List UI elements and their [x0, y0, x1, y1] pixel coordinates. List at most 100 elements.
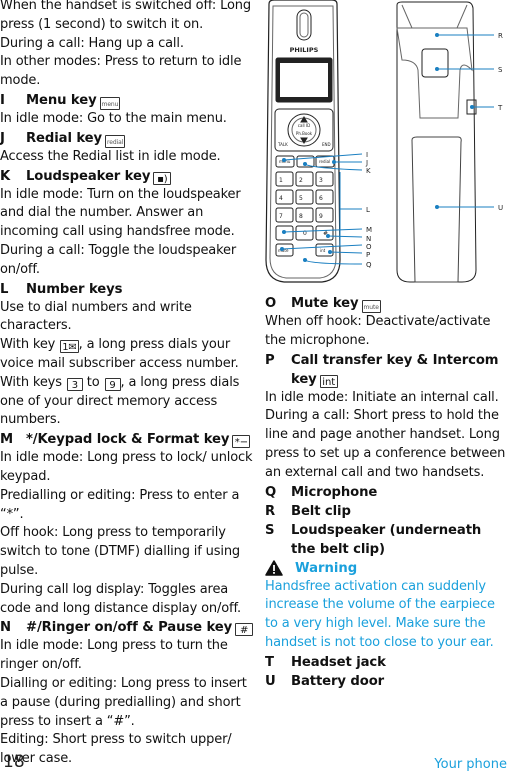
- callout-label: N: [366, 235, 371, 243]
- right-column: O Mute key mute When off hook: Deactivate…: [265, 294, 509, 691]
- front-callout-lines: [281, 153, 363, 265]
- page-number: 18: [3, 752, 25, 772]
- callout-label: L: [366, 206, 370, 214]
- item-description: In idle mode: Long press to lock/ unlock…: [0, 450, 253, 484]
- item-description: In idle mode: Initiate an internal call.: [265, 389, 499, 405]
- item-letter: U: [265, 673, 276, 689]
- item-letter: S: [265, 522, 275, 538]
- item-letter: O: [265, 296, 277, 311]
- talk-label: TALK: [277, 142, 288, 147]
- hash-key-icon: #: [235, 623, 254, 637]
- item-description: Use to dial numbers and write characters…: [0, 299, 192, 334]
- item-heading-t: T Headset jack: [265, 653, 509, 672]
- item-heading-j: J Redial key redial: [0, 129, 256, 148]
- key-3-icon: 3: [66, 377, 83, 391]
- item-heading-p: P Call transfer key & Intercom key int: [265, 351, 509, 389]
- digit-label: 1: [279, 177, 283, 184]
- item-description: During call log display: Toggles area co…: [0, 581, 241, 616]
- item-letter: K: [0, 168, 11, 184]
- callout-label: T: [497, 104, 503, 112]
- item-heading-i: I Menu key menu: [0, 91, 256, 110]
- digit-label: 5: [299, 195, 303, 202]
- item-heading-n: N #/Ringer on/off & Pause key #: [0, 618, 256, 637]
- callout-label: J: [365, 159, 368, 167]
- brand-logo: PHILIPS: [290, 46, 319, 54]
- item-title: Headset jack: [291, 654, 386, 670]
- item-title: Redial key: [26, 130, 103, 146]
- callout-label: S: [498, 66, 503, 74]
- warning-heading: Warning: [265, 559, 509, 578]
- digit-label: 6: [319, 195, 323, 202]
- item-letter: Q: [265, 484, 277, 500]
- loudspeaker-key-icon: ▪): [153, 171, 172, 185]
- item-description: Dialling or editing: Long press to inser…: [0, 675, 247, 729]
- keypad: [275, 171, 334, 257]
- item-description: Access the Redial list in idle mode.: [0, 148, 221, 164]
- back-callout-lines: [437, 34, 494, 208]
- item-title: Number keys: [26, 281, 123, 297]
- digit-label: 9: [319, 213, 323, 220]
- item-description: Off hook: Long press to temporarily swit…: [0, 525, 241, 578]
- callout-label: M: [366, 226, 372, 234]
- mute-key-icon: mute: [361, 300, 381, 313]
- callid-label: call ID: [298, 123, 310, 128]
- item-letter: N: [0, 620, 11, 636]
- callout-label: I: [366, 151, 368, 159]
- item-description: During a call: Toggle the loudspeaker on…: [0, 242, 237, 277]
- warning-icon: [265, 560, 283, 576]
- battery-door: [411, 136, 462, 283]
- digit-label: 2: [299, 177, 303, 184]
- intro-line: When the handset is switched off: Long p…: [0, 0, 251, 32]
- item-title: Mute key: [291, 296, 359, 311]
- text-span: With keys: [0, 374, 66, 390]
- item-title: */Keypad lock & Format key: [26, 432, 230, 448]
- redial-key-icon: redial: [105, 134, 126, 148]
- item-description: Predialling or editing: Press to enter a…: [0, 487, 240, 522]
- left-column: When the handset is switched off: Long p…: [0, 0, 256, 769]
- text-span: to: [82, 374, 104, 390]
- item-letter: R: [265, 503, 276, 519]
- phbook-label: Ph.Book: [296, 131, 313, 136]
- item-letter: I: [0, 92, 5, 108]
- phone-illustration: PHILIPS TALK END call ID Ph.Book menu re…: [262, 0, 509, 290]
- item-title: Battery door: [291, 673, 385, 689]
- item-title: Microphone: [291, 484, 378, 500]
- digit-label: 4: [279, 195, 283, 202]
- key-1-icon: 1✉: [60, 340, 79, 354]
- item-description: With keys 3 to 9, a long press dials one…: [0, 374, 256, 430]
- warning-title: Warning: [295, 560, 358, 576]
- belt-clip: [396, 27, 473, 119]
- item-letter: T: [265, 654, 274, 670]
- item-heading-u: U Battery door: [265, 672, 509, 691]
- star-key-icon: *−: [232, 435, 251, 449]
- back-callout-dots: [435, 33, 474, 209]
- intro-line: During a call: Hang up a call.: [0, 35, 184, 51]
- callout-label: O: [366, 243, 372, 251]
- item-heading-k: K Loudspeaker key ▪): [0, 167, 256, 186]
- digit-label: 3: [319, 177, 323, 184]
- callout-label: K: [366, 167, 371, 175]
- item-heading-o: O Mute key mute: [265, 294, 509, 313]
- warning-text: Handsfree activation can suddenly increa…: [265, 578, 495, 650]
- key-9-icon: 9: [104, 377, 121, 391]
- item-letter: J: [0, 130, 5, 146]
- handset-back: [396, 1, 477, 283]
- item-description: In idle mode: Turn on the loudspeaker an…: [0, 186, 241, 240]
- item-description: During a call: Short press to hold the l…: [265, 408, 506, 480]
- item-title: Belt clip: [291, 503, 351, 519]
- digit-label: 7: [279, 213, 283, 220]
- item-description: With key 1✉, a long press dials your voi…: [0, 336, 256, 374]
- text-span: With key: [0, 337, 60, 353]
- section-title: Your phone: [434, 757, 507, 772]
- item-description: When off hook: Deactivate/activate the m…: [265, 314, 491, 348]
- intro-line: In other modes: Press to return to idle …: [0, 54, 242, 89]
- digit-label: 8: [299, 213, 303, 220]
- front-callout-labels: I J K L M N O P Q: [365, 151, 372, 269]
- item-letter: M: [0, 432, 14, 448]
- item-heading-r: R Belt clip: [265, 502, 509, 521]
- item-letter: L: [0, 281, 9, 297]
- int-label: int: [320, 248, 326, 253]
- earpiece: [296, 9, 312, 41]
- item-title: Menu key: [26, 92, 97, 108]
- menu-key-icon: menu: [99, 96, 121, 110]
